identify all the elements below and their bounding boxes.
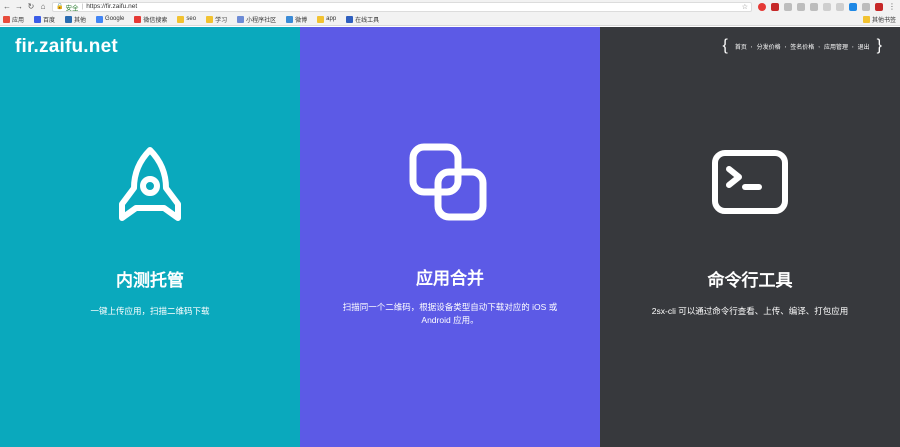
left-brace: {: [722, 37, 728, 54]
bookmark-item[interactable]: app: [317, 15, 336, 23]
right-brace: }: [876, 37, 882, 54]
feature-description: 一键上传应用，扫描二维码下载: [90, 306, 210, 316]
feature-column-hosting: fir.zaifu.net 内测托管 一键上传应用，扫描二维码下载: [0, 27, 300, 447]
nav-home[interactable]: 首页: [735, 42, 747, 51]
top-navigation: { 首页 , 分发价格 , 签名价格 , 应用管理 , 退出 }: [719, 38, 886, 54]
home-icon[interactable]: ⌂: [38, 1, 48, 12]
feature-title: 内测托管: [116, 271, 184, 290]
feature-title: 命令行工具: [707, 271, 793, 290]
reload-icon[interactable]: ↻: [26, 1, 36, 12]
folder-icon: [177, 15, 185, 23]
browser-toolbar: ← → ↻ ⌂ 🔒 安全 | https://fir.zaifu.net ☆ ⋮: [0, 0, 900, 13]
nav-separator: ,: [784, 43, 787, 49]
feature-description: 扫描同一个二维码，根据设备类型自动下载对应的 iOS 或 Android 应用。: [342, 302, 558, 325]
folder-icon: [862, 15, 870, 23]
folder-icon: [206, 15, 214, 23]
nav-separator: ,: [818, 43, 820, 49]
bookmark-item[interactable]: 微博: [286, 15, 307, 24]
search-icon: [134, 15, 142, 23]
other-bookmarks[interactable]: 其他书签: [862, 15, 896, 24]
gray-extension-icon[interactable]: [810, 2, 818, 11]
separator: |: [81, 3, 84, 10]
bookmark-item[interactable]: 学习: [206, 15, 227, 24]
bookmark-item[interactable]: 微信搜索: [134, 15, 167, 24]
bookmark-item[interactable]: 应用: [3, 15, 24, 24]
gray-extension-icon[interactable]: [784, 2, 792, 11]
gray-extension-icon[interactable]: [823, 2, 831, 11]
opera-extension-icon[interactable]: [758, 2, 766, 11]
nav-signing-pricing[interactable]: 签名价格: [790, 42, 814, 51]
weibo-icon: [286, 15, 294, 23]
extension-icons: ⋮: [758, 2, 896, 11]
nav-logout[interactable]: 退出: [858, 42, 870, 51]
bookmark-item[interactable]: 其他: [65, 15, 86, 24]
baidu-icon: [34, 15, 42, 23]
url-text: https://fir.zaifu.net: [86, 3, 138, 10]
bookmark-item[interactable]: 在线工具: [346, 15, 379, 24]
google-icon: [96, 15, 104, 23]
blue-extension-icon[interactable]: [849, 2, 857, 11]
bookmark-item[interactable]: Google: [96, 15, 124, 23]
merge-squares-icon: [409, 143, 487, 221]
bookmark-item[interactable]: 小程序社区: [237, 15, 276, 24]
bookmark-star-icon[interactable]: ☆: [742, 3, 748, 11]
tools-icon: [346, 15, 354, 23]
miniprogram-icon: [237, 15, 245, 23]
back-icon[interactable]: ←: [2, 1, 12, 12]
feature-title: 应用合并: [416, 269, 484, 288]
secure-label: 安全: [65, 4, 79, 12]
nav-separator: ,: [750, 43, 753, 49]
site-logo[interactable]: fir.zaifu.net: [15, 36, 118, 58]
folder-icon: [317, 15, 325, 23]
gray-extension-icon[interactable]: [862, 2, 870, 11]
address-bar[interactable]: 🔒 安全 | https://fir.zaifu.net ☆: [52, 1, 752, 12]
terminal-icon: [712, 150, 788, 214]
forward-icon[interactable]: →: [14, 1, 24, 12]
rocket-icon: [119, 147, 181, 221]
page-content: fir.zaifu.net 内测托管 一键上传应用，扫描二维码下载 应用合并 扫…: [0, 27, 900, 447]
red-extension-icon[interactable]: [771, 2, 779, 11]
facebook-icon: [65, 15, 73, 23]
feature-description: 2sx-cli 可以通过命令行查看、上传、编译、打包应用: [651, 306, 849, 316]
bookmark-item[interactable]: seo: [177, 15, 196, 23]
nav-app-management[interactable]: 应用管理: [824, 42, 848, 51]
lock-icon: 🔒: [56, 4, 64, 10]
bookmark-item[interactable]: 百度: [34, 15, 55, 24]
apps-icon: [3, 15, 10, 23]
nav-separator: ,: [851, 43, 854, 49]
profile-icon[interactable]: [875, 2, 883, 11]
menu-icon[interactable]: ⋮: [888, 2, 896, 11]
feature-column-merge: 应用合并 扫描同一个二维码，根据设备类型自动下载对应的 iOS 或 Androi…: [300, 27, 600, 447]
gray-extension-icon[interactable]: [797, 2, 805, 11]
feature-column-cli: { 首页 , 分发价格 , 签名价格 , 应用管理 , 退出 } 命令行工具 2…: [600, 27, 900, 447]
nav-distribution-pricing[interactable]: 分发价格: [757, 42, 781, 51]
bookmarks-bar: 应用 百度 其他 Google 微信搜索 seo 学习 小程序社区 微博 app…: [0, 13, 900, 26]
gray-extension-icon[interactable]: [836, 2, 844, 11]
